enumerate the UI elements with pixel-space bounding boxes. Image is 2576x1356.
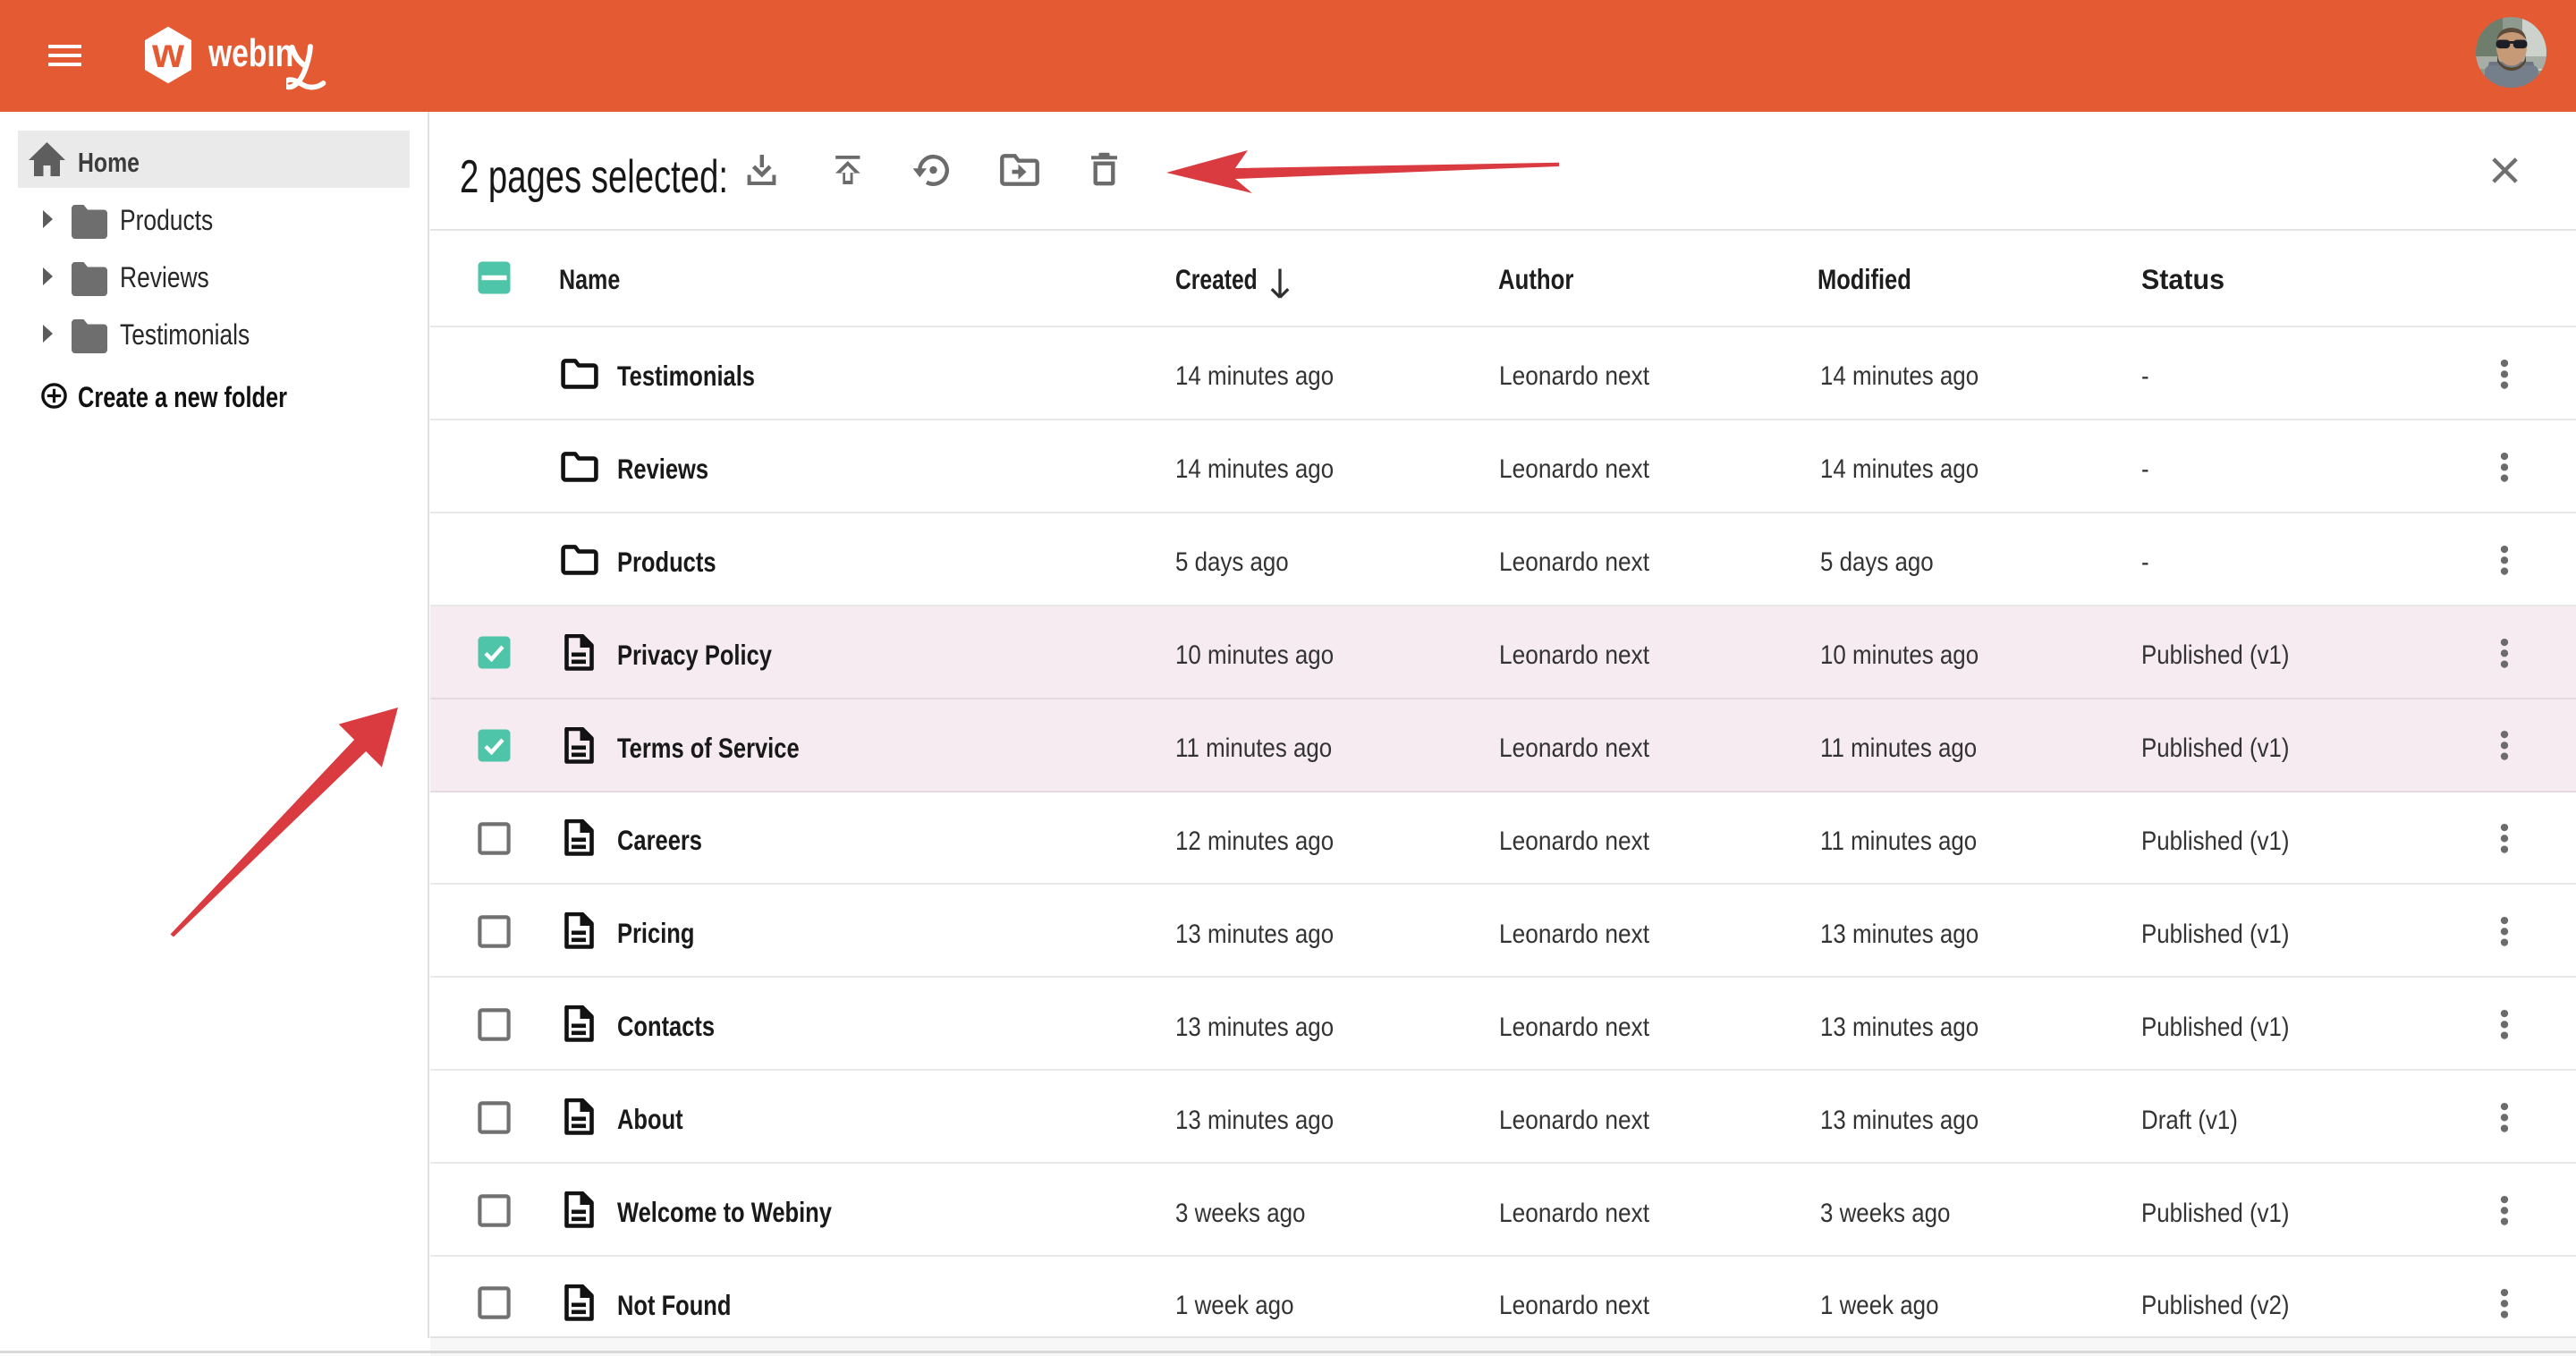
svg-text:w: w: [151, 30, 184, 76]
